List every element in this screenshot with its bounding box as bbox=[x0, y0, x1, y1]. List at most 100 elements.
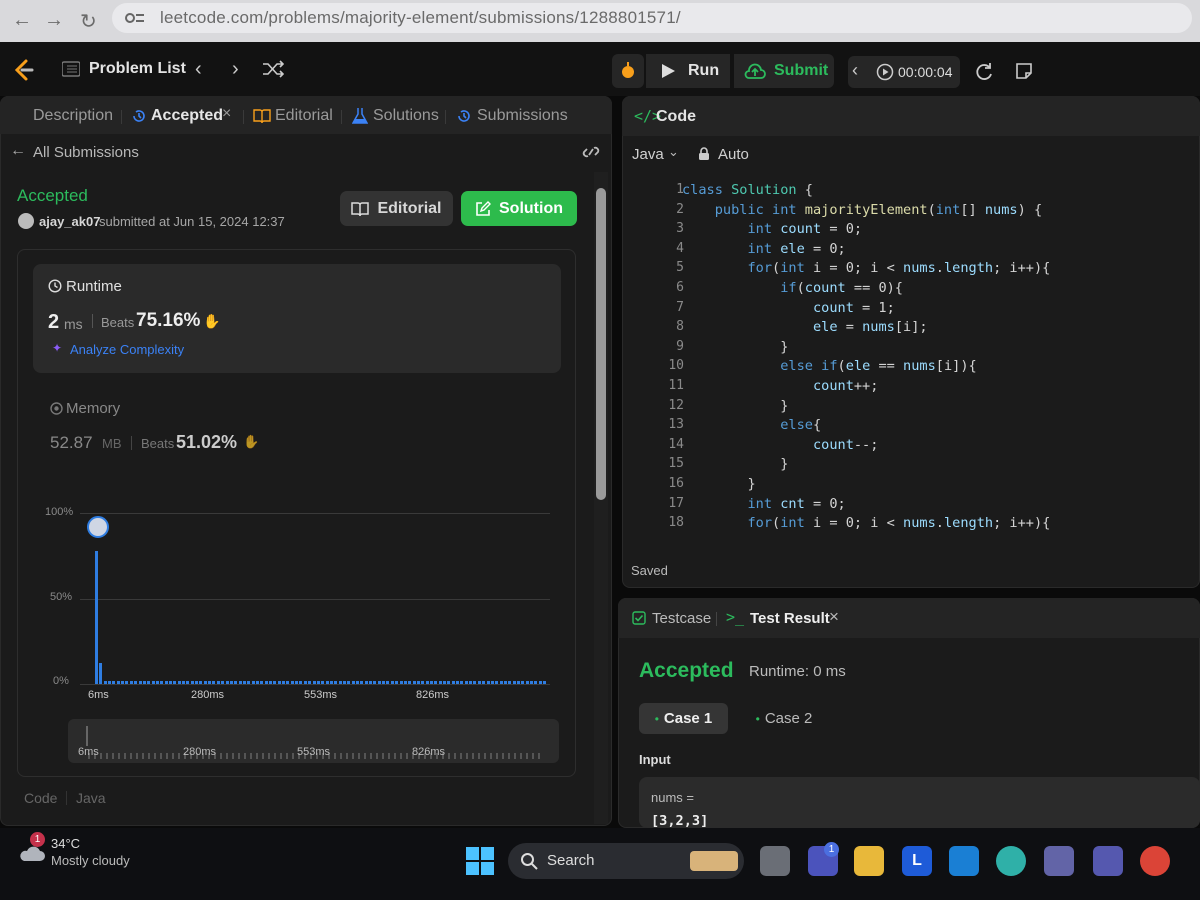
distribution-bar[interactable] bbox=[312, 681, 316, 684]
tab-description[interactable]: Description bbox=[33, 107, 113, 125]
distribution-bar[interactable] bbox=[347, 681, 351, 684]
distribution-bar[interactable] bbox=[208, 681, 212, 684]
all-submissions-link[interactable]: All Submissions bbox=[33, 144, 139, 161]
distribution-bar[interactable] bbox=[255, 681, 259, 684]
distribution-bar[interactable] bbox=[186, 681, 190, 684]
tab-accepted[interactable]: Accepted bbox=[151, 107, 223, 125]
close-tab-icon[interactable]: × bbox=[829, 607, 839, 627]
distribution-bar[interactable] bbox=[112, 681, 116, 684]
tab-test-result[interactable]: Test Result bbox=[750, 610, 830, 627]
teams-new-icon[interactable] bbox=[1093, 846, 1123, 876]
distribution-bar[interactable] bbox=[434, 681, 438, 684]
distribution-bar[interactable] bbox=[125, 681, 129, 684]
distribution-bar[interactable] bbox=[151, 681, 155, 684]
distribution-bar[interactable] bbox=[516, 681, 520, 684]
distribution-bar[interactable] bbox=[221, 681, 225, 684]
distribution-bar[interactable] bbox=[469, 681, 473, 684]
windows-start-icon[interactable] bbox=[466, 847, 494, 875]
tab-editorial[interactable]: Editorial bbox=[275, 107, 333, 125]
edge-browser-icon[interactable] bbox=[996, 846, 1026, 876]
code-line[interactable]: 5 for(int i = 0; i < nums.length; i++){ bbox=[622, 260, 1192, 279]
problem-list-link[interactable]: Problem List bbox=[89, 60, 186, 78]
distribution-bar[interactable] bbox=[525, 681, 529, 684]
distribution-bar[interactable] bbox=[386, 681, 390, 684]
distribution-bar[interactable] bbox=[299, 681, 303, 684]
distribution-bar[interactable] bbox=[530, 681, 533, 684]
distribution-bar[interactable] bbox=[142, 681, 146, 684]
distribution-bar[interactable] bbox=[329, 681, 333, 684]
distribution-bar[interactable] bbox=[460, 681, 464, 684]
distribution-bar[interactable] bbox=[364, 681, 368, 684]
prev-problem-icon[interactable]: ‹ bbox=[195, 58, 202, 81]
distribution-bar[interactable] bbox=[164, 681, 168, 684]
site-settings-icon[interactable] bbox=[124, 10, 146, 26]
link-icon[interactable] bbox=[580, 143, 602, 161]
distribution-bar[interactable] bbox=[121, 681, 125, 684]
distribution-bar[interactable] bbox=[464, 681, 468, 684]
reset-timer-icon[interactable] bbox=[974, 62, 994, 82]
distribution-bar[interactable] bbox=[138, 681, 142, 684]
code-line[interactable]: 3 int count = 0; bbox=[622, 221, 1192, 240]
distribution-bar[interactable] bbox=[190, 681, 194, 684]
distribution-bar[interactable] bbox=[129, 681, 133, 684]
distribution-bar[interactable] bbox=[416, 681, 420, 684]
code-line[interactable]: 7 count = 1; bbox=[622, 300, 1192, 319]
code-line[interactable]: 18 for(int i = 0; i < nums.length; i++){ bbox=[622, 515, 1192, 534]
case-2-tab[interactable]: • Case 2 bbox=[744, 703, 824, 734]
distribution-bar[interactable] bbox=[155, 681, 159, 684]
distribution-bar[interactable] bbox=[282, 681, 286, 684]
distribution-bar[interactable] bbox=[534, 681, 538, 684]
distribution-bar[interactable] bbox=[482, 681, 486, 684]
distribution-bar[interactable] bbox=[95, 550, 98, 684]
distribution-bar[interactable] bbox=[403, 681, 407, 684]
tab-solutions[interactable]: Solutions bbox=[373, 107, 439, 125]
distribution-bar[interactable] bbox=[512, 681, 516, 684]
distribution-bar[interactable] bbox=[456, 681, 460, 684]
task-view-icon[interactable] bbox=[760, 846, 790, 876]
chevron-down-icon[interactable]: ⌄ bbox=[668, 144, 679, 160]
distribution-bar[interactable] bbox=[338, 681, 342, 684]
file-explorer-icon[interactable] bbox=[854, 846, 884, 876]
distribution-bar[interactable] bbox=[273, 681, 277, 684]
code-editor[interactable]: 1 class Solution {2 public int majorityEl… bbox=[622, 172, 1200, 544]
your-submission-marker[interactable] bbox=[87, 516, 109, 538]
distribution-bar[interactable] bbox=[425, 681, 429, 684]
distribution-bar[interactable] bbox=[286, 681, 290, 684]
distribution-bar[interactable] bbox=[225, 681, 229, 684]
run-button[interactable]: Run bbox=[646, 54, 730, 88]
forward-arrow-icon[interactable]: → bbox=[44, 9, 64, 32]
code-line[interactable]: 14 count--; bbox=[622, 437, 1192, 456]
distribution-bar[interactable] bbox=[260, 681, 264, 684]
username[interactable]: ajay_ak07 bbox=[39, 214, 100, 229]
distribution-bar[interactable] bbox=[543, 681, 547, 684]
case-1-tab[interactable]: • Case 1 bbox=[639, 703, 728, 734]
close-tab-icon[interactable]: × bbox=[222, 105, 231, 123]
distribution-bar[interactable] bbox=[503, 681, 507, 684]
distribution-bar[interactable] bbox=[473, 681, 477, 684]
code-line[interactable]: 13 else{ bbox=[622, 417, 1192, 436]
distribution-bar[interactable] bbox=[295, 681, 299, 684]
distribution-bar[interactable] bbox=[238, 681, 242, 684]
shuffle-icon[interactable] bbox=[262, 60, 284, 78]
distribution-bar[interactable] bbox=[351, 681, 355, 684]
distribution-bar[interactable] bbox=[229, 681, 233, 684]
code-line[interactable]: 12 } bbox=[622, 398, 1192, 417]
code-line[interactable]: 16 } bbox=[622, 476, 1192, 495]
distribution-bar[interactable] bbox=[199, 681, 203, 684]
distribution-bar[interactable] bbox=[382, 681, 386, 684]
distribution-bar[interactable] bbox=[195, 681, 199, 684]
mail-icon[interactable] bbox=[949, 846, 979, 876]
distribution-bar[interactable] bbox=[495, 681, 499, 684]
distribution-bar[interactable] bbox=[212, 681, 216, 684]
tab-testcase[interactable]: Testcase bbox=[652, 610, 711, 627]
debug-button[interactable] bbox=[612, 54, 644, 88]
notes-icon[interactable] bbox=[1015, 62, 1033, 80]
distribution-bar[interactable] bbox=[438, 681, 442, 684]
reload-icon[interactable]: ↻ bbox=[80, 9, 97, 34]
code-line[interactable]: 17 int cnt = 0; bbox=[622, 496, 1192, 515]
distribution-bar[interactable] bbox=[395, 681, 399, 684]
taskbar-search[interactable]: Search bbox=[508, 843, 744, 879]
solution-button[interactable]: Solution bbox=[461, 191, 577, 226]
scrollbar-thumb[interactable] bbox=[596, 188, 606, 500]
distribution-bar[interactable] bbox=[216, 681, 220, 684]
